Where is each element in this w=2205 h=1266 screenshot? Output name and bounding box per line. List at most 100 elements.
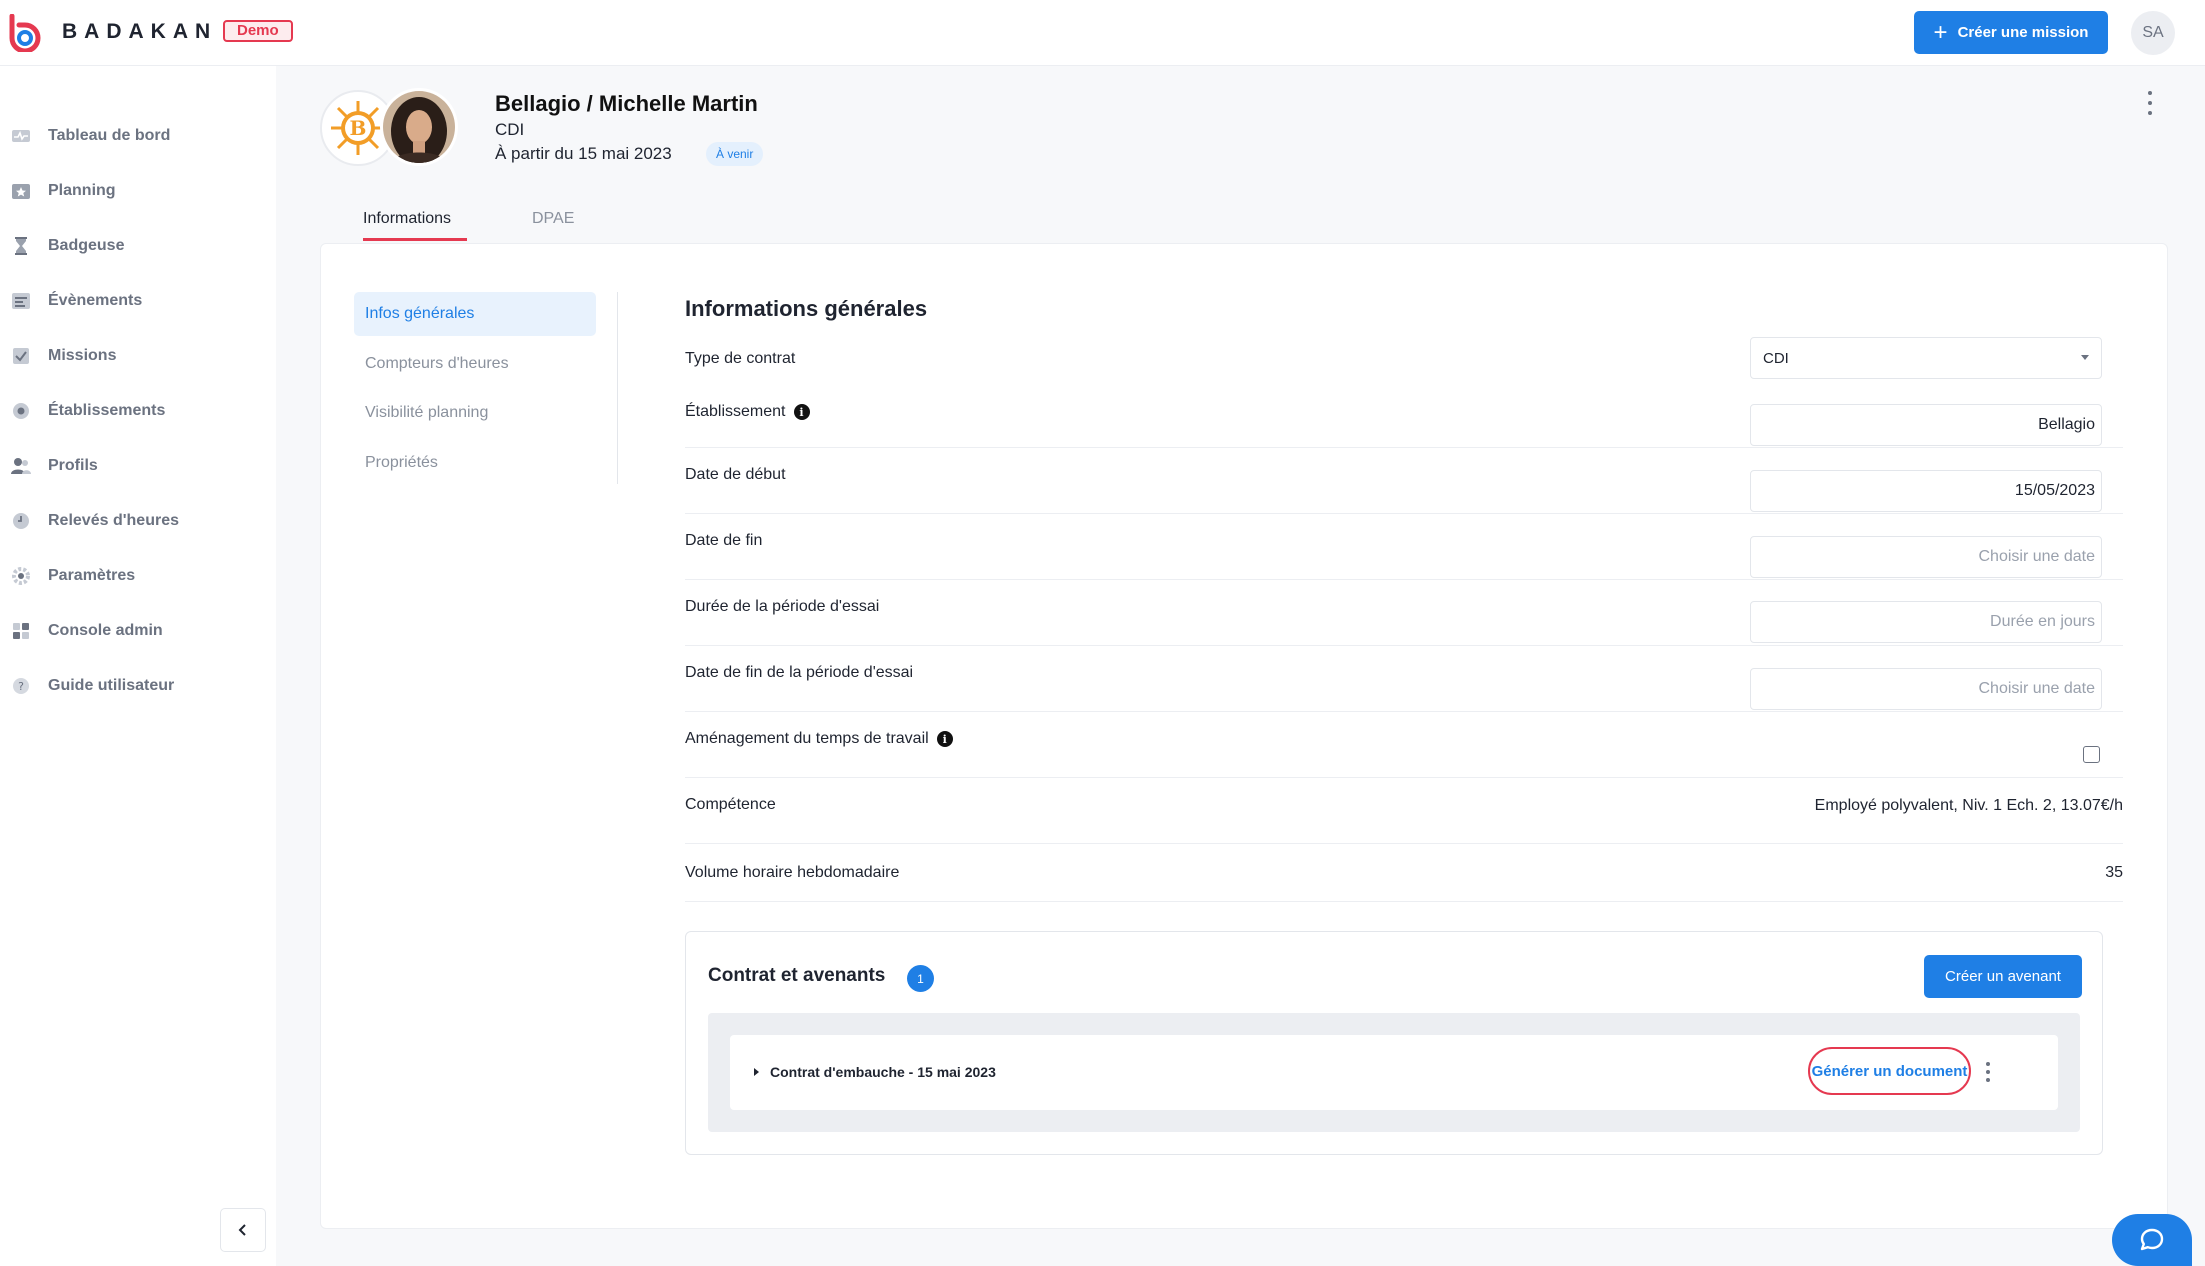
- profile-start-date: À partir du 15 mai 2023: [495, 144, 672, 163]
- create-avenant-button[interactable]: Créer un avenant: [1924, 955, 2082, 998]
- sidebar-item-releves[interactable]: Relevés d'heures: [0, 501, 276, 541]
- contract-more-menu-icon[interactable]: [1982, 1060, 1994, 1084]
- sidebar-item-evenements[interactable]: Évènements: [0, 281, 276, 321]
- contract-item[interactable]: Contrat d'embauche - 15 mai 2023 Générer…: [730, 1035, 2058, 1110]
- skill-value: Employé polyvalent, Niv. 1 Ech. 2, 13.07…: [1814, 797, 2123, 814]
- checkbox-icon: [10, 345, 32, 367]
- weekly-hours-value: 35: [2105, 864, 2123, 881]
- end-date-field[interactable]: Choisir une date: [1750, 536, 2102, 578]
- svg-text:?: ?: [18, 680, 24, 693]
- sidebar-item-badgeuse[interactable]: Badgeuse: [0, 226, 276, 266]
- field-label: Compétence: [685, 796, 776, 813]
- user-avatar[interactable]: SA: [2131, 11, 2175, 55]
- collapse-sidebar-button[interactable]: [220, 1208, 266, 1252]
- field-label: Type de contrat: [685, 349, 796, 367]
- sidebar-item-profils[interactable]: Profils: [0, 446, 276, 486]
- row-work-arrangement: Aménagement du temps de travail i: [685, 712, 2123, 778]
- sidebar-item-guide[interactable]: ? Guide utilisateur: [0, 666, 276, 706]
- start-date-value: 15/05/2023: [2014, 482, 2095, 499]
- contracts-title: Contrat et avenants: [708, 965, 886, 986]
- sidebar-item-label: Planning: [48, 182, 116, 199]
- chevron-left-icon: [238, 1224, 246, 1236]
- section-title: Informations générales: [685, 296, 928, 321]
- establishment-field[interactable]: Bellagio: [1750, 404, 2102, 446]
- field-label: Établissement: [685, 403, 786, 420]
- trial-end-field[interactable]: Choisir une date: [1750, 668, 2102, 710]
- trial-end-placeholder: Choisir une date: [1978, 680, 2095, 697]
- info-icon[interactable]: i: [793, 404, 810, 420]
- field-label: Volume horaire hebdomadaire: [685, 864, 900, 881]
- sidebar-item-label: Badgeuse: [48, 237, 125, 254]
- row-weekly-hours: Volume horaire hebdomadaire 35: [685, 844, 2123, 902]
- contract-item-label[interactable]: Contrat d'embauche - 15 mai 2023: [770, 1064, 996, 1080]
- caret-down-icon: [2081, 355, 2089, 360]
- subnav-compteurs[interactable]: Compteurs d'heures: [354, 342, 596, 386]
- chat-bubble-icon: [2140, 1228, 2164, 1251]
- field-label-wrap: Aménagement du temps de travail i: [685, 724, 953, 754]
- calendar-star-icon: [10, 180, 32, 202]
- work-arrangement-checkbox[interactable]: [2083, 746, 2100, 763]
- building-icon: [10, 400, 32, 422]
- profile-contract-type: CDI: [495, 120, 525, 139]
- users-icon: [10, 455, 32, 477]
- create-mission-label: Créer une mission: [1957, 24, 2089, 41]
- sidebar-item-label: Guide utilisateur: [48, 677, 175, 694]
- sidebar-item-label: Établissements: [48, 402, 166, 419]
- events-list-icon: [10, 290, 32, 312]
- tab-informations[interactable]: Informations: [363, 210, 451, 228]
- subnav-proprietes[interactable]: Propriétés: [354, 441, 596, 485]
- top-bar: BADAKAN Demo + Créer une mission SA: [0, 0, 2205, 66]
- contracts-section: Contrat et avenants 1 Créer un avenant C…: [685, 931, 2103, 1155]
- contracts-list: Contrat d'embauche - 15 mai 2023 Générer…: [708, 1013, 2080, 1132]
- generate-document-button[interactable]: Générer un document: [1808, 1047, 1971, 1095]
- trial-duration-placeholder: Durée en jours: [1990, 613, 2095, 630]
- gear-icon: [10, 565, 32, 587]
- sidebar-item-label: Profils: [48, 457, 98, 474]
- profile-title: Bellagio / Michelle Martin: [495, 91, 758, 116]
- demo-badge: Demo: [223, 20, 293, 42]
- sidebar-item-parametres[interactable]: Paramètres: [0, 556, 276, 596]
- sidebar-item-label: Console admin: [48, 622, 163, 639]
- tab-dpae[interactable]: DPAE: [532, 210, 574, 228]
- sidebar-item-planning[interactable]: Planning: [0, 171, 276, 211]
- active-tab-indicator: [363, 238, 467, 241]
- caret-right-icon[interactable]: [754, 1068, 759, 1076]
- status-badge: À venir: [706, 142, 764, 166]
- subnav-infos-generales[interactable]: Infos générales: [354, 292, 596, 336]
- main-card: Infos générales Compteurs d'heures Visib…: [320, 243, 2168, 1229]
- person-avatar-icon: [383, 91, 455, 163]
- establishment-value: Bellagio: [2038, 416, 2095, 433]
- sidebar-item-label: Évènements: [48, 292, 143, 309]
- end-date-placeholder: Choisir une date: [1978, 548, 2095, 565]
- sidebar-item-dashboard[interactable]: Tableau de bord: [0, 116, 276, 156]
- row-skill: Compétence Employé polyvalent, Niv. 1 Ec…: [685, 778, 2123, 844]
- profile-more-menu-icon[interactable]: [2140, 88, 2160, 118]
- brand-name: BADAKAN: [62, 20, 218, 43]
- dashboard-icon: [10, 125, 32, 147]
- sidebar-item-label: Missions: [48, 347, 117, 364]
- badakan-logo-icon[interactable]: [6, 14, 44, 52]
- contract-type-value: CDI: [1763, 349, 1789, 367]
- clock-icon: [10, 510, 32, 532]
- svg-text:B: B: [350, 116, 367, 140]
- field-label: Aménagement du temps de travail: [685, 730, 929, 747]
- sidebar-item-label: Paramètres: [48, 567, 136, 584]
- hourglass-icon: [10, 235, 32, 257]
- create-mission-button[interactable]: + Créer une mission: [1914, 11, 2108, 54]
- chat-button[interactable]: [2112, 1214, 2192, 1266]
- sidebar: Tableau de bord Planning Badgeuse Évènem…: [0, 66, 276, 1266]
- contract-type-select[interactable]: CDI: [1750, 337, 2102, 379]
- start-date-field[interactable]: 15/05/2023: [1750, 470, 2102, 512]
- help-icon: ?: [10, 675, 32, 697]
- info-icon[interactable]: i: [936, 731, 953, 747]
- sidebar-item-console[interactable]: Console admin: [0, 611, 276, 651]
- contracts-count-badge: 1: [907, 965, 934, 992]
- field-label: Date de fin: [685, 532, 763, 549]
- field-label: Date de début: [685, 466, 786, 483]
- subnav-divider: [617, 292, 618, 484]
- subnav-visibilite[interactable]: Visibilité planning: [354, 391, 596, 435]
- sidebar-item-missions[interactable]: Missions: [0, 336, 276, 376]
- sidebar-item-etablissements[interactable]: Établissements: [0, 391, 276, 431]
- trial-duration-field[interactable]: Durée en jours: [1750, 601, 2102, 643]
- field-label: Durée de la période d'essai: [685, 598, 880, 615]
